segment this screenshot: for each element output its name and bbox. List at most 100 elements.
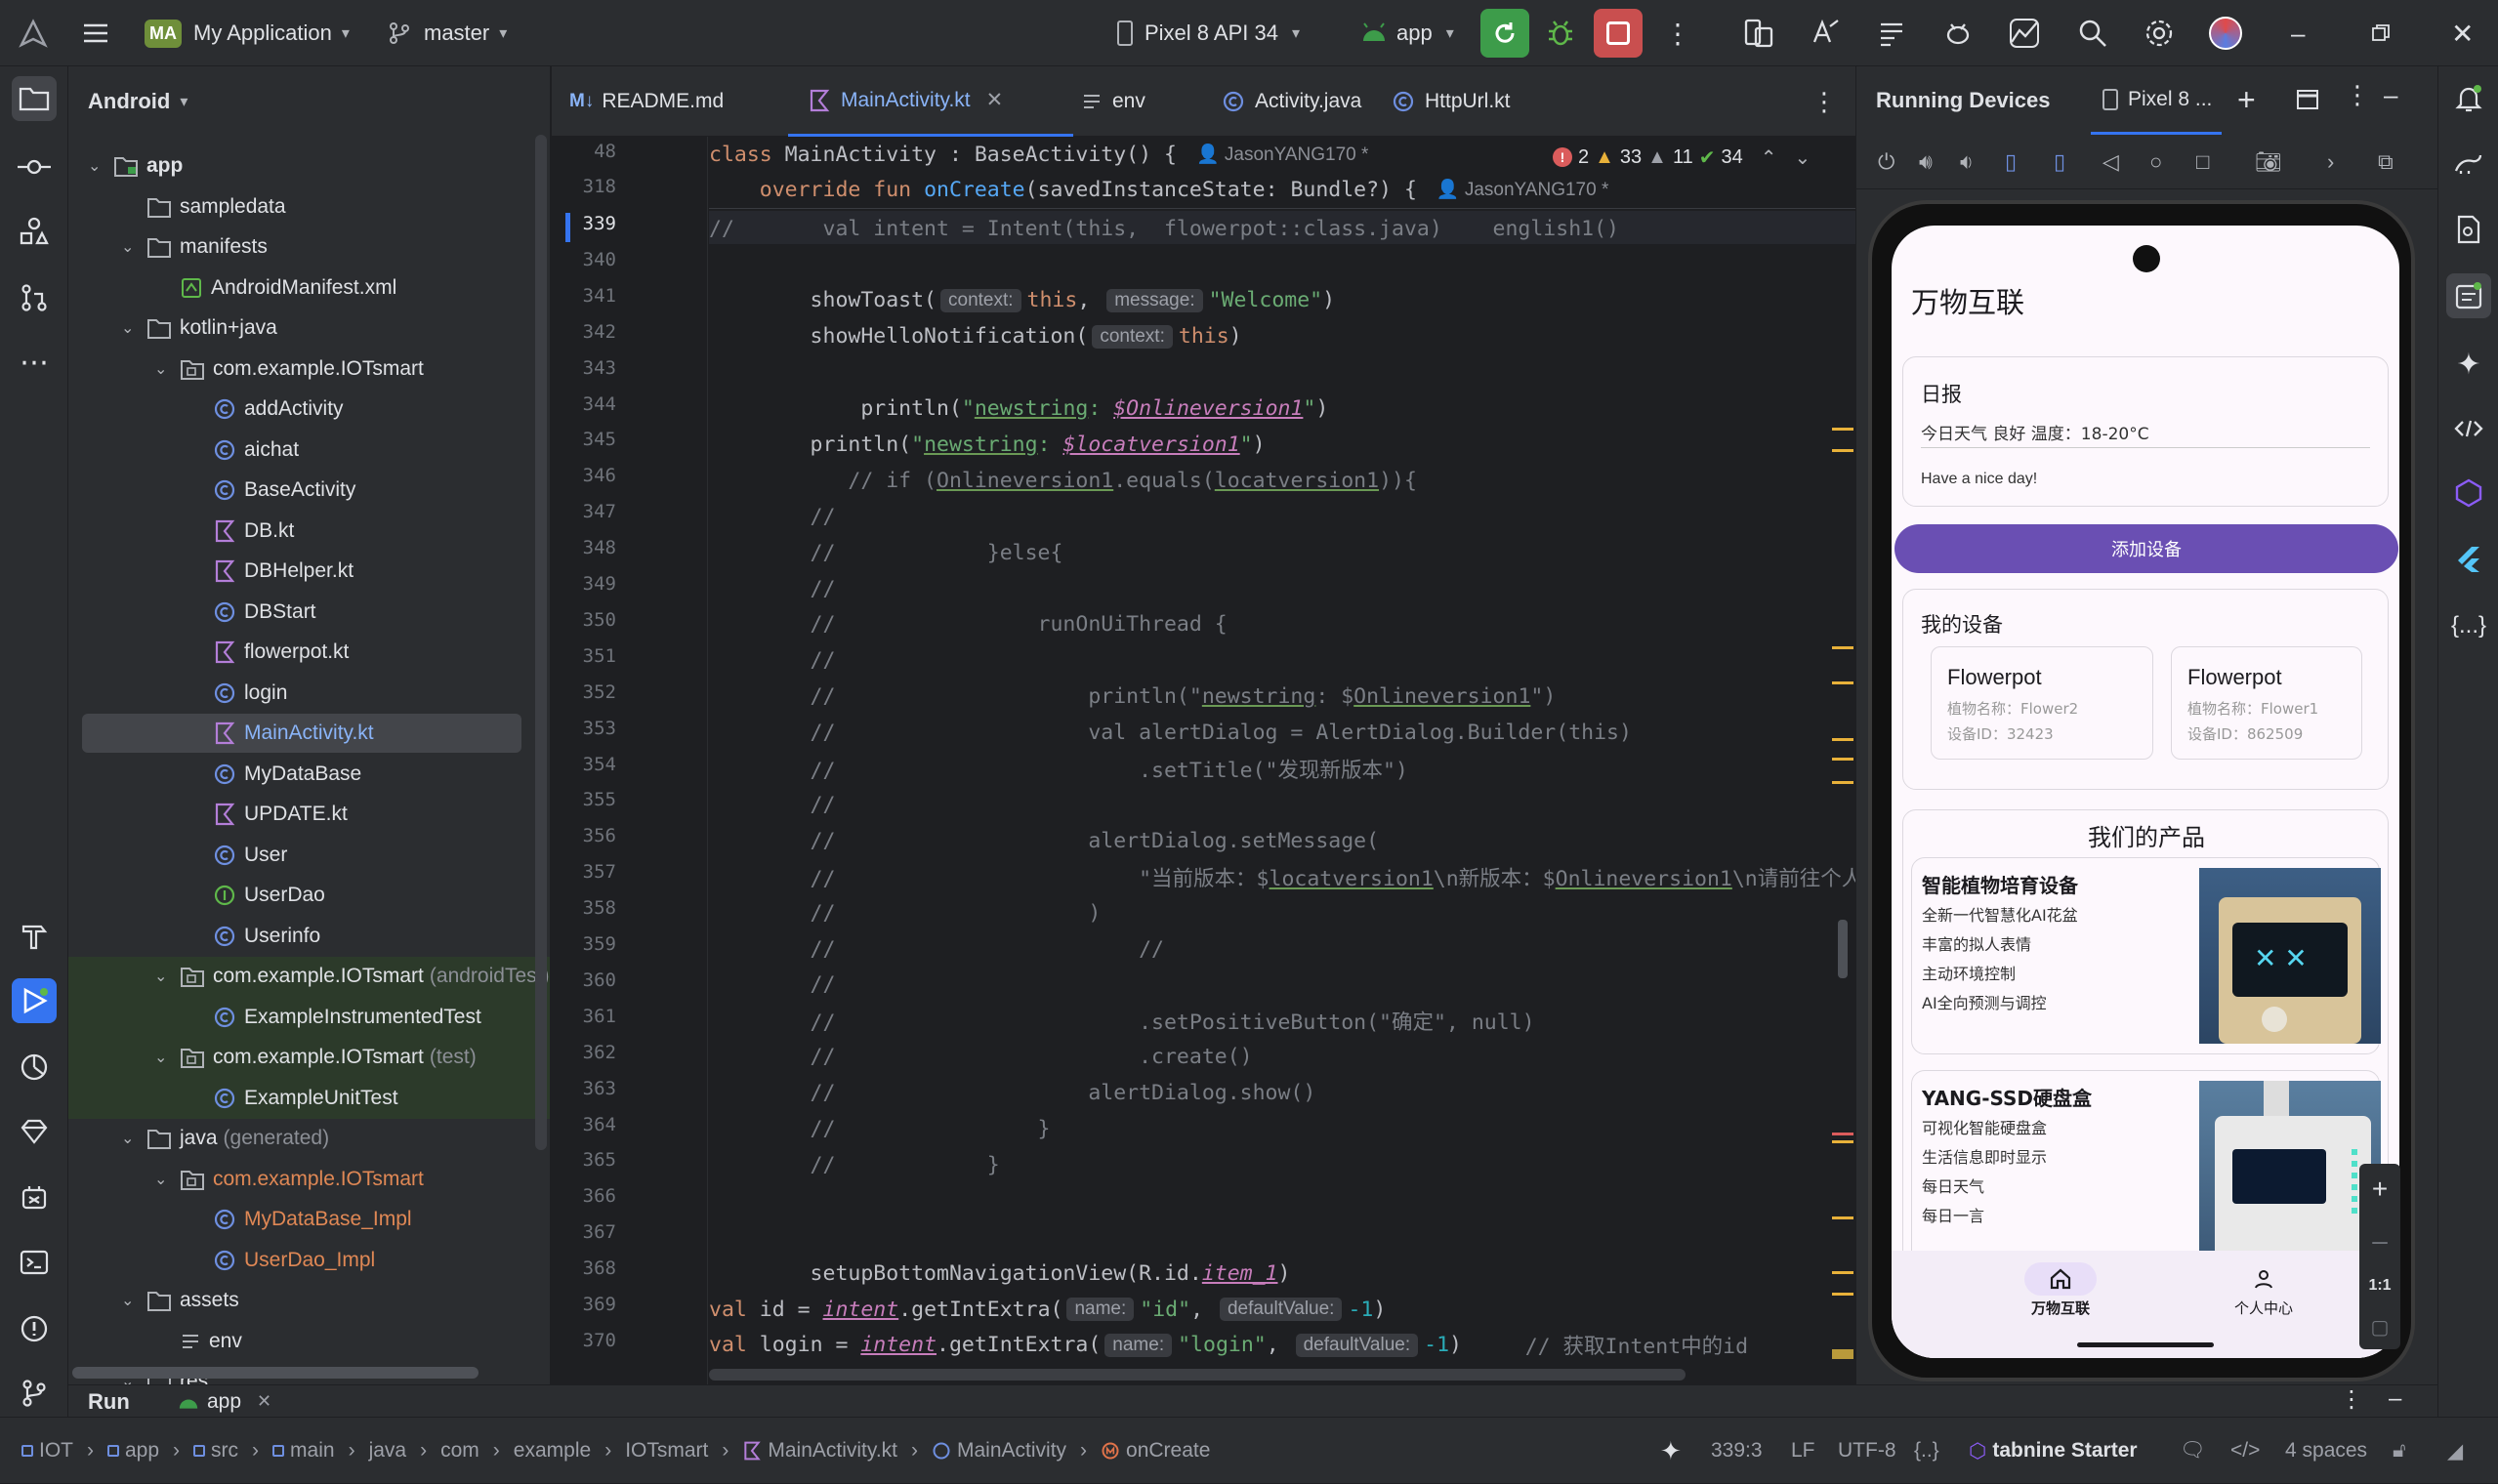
line-separator[interactable]: LF xyxy=(1791,1418,1815,1484)
file-encoding[interactable]: UTF-8 xyxy=(1838,1418,1896,1484)
json-braces-icon[interactable]: {...} xyxy=(2446,603,2491,648)
breadcrumb-item[interactable]: java xyxy=(369,1439,407,1463)
chevron-up-icon[interactable]: ⌃ xyxy=(1761,145,1777,170)
flutter-icon[interactable] xyxy=(2446,537,2491,582)
build-hammer-icon[interactable] xyxy=(12,914,57,959)
zoom-fit-icon[interactable]: ▢ xyxy=(2371,1315,2390,1340)
tree-item[interactable]: env xyxy=(154,1322,242,1361)
chevron-down-icon[interactable]: ⌄ xyxy=(1795,145,1811,170)
tree-item[interactable]: ⌄ app xyxy=(88,146,183,186)
avatar-icon[interactable] xyxy=(2209,0,2242,66)
tree-item[interactable]: ⌄ manifests xyxy=(121,227,268,267)
tree-item[interactable]: flowerpot.kt xyxy=(187,633,349,672)
product-card[interactable]: YANG-SSD硬盘盒 可视化智能硬盘盒 生活信息即时显示 每日天气 每日一言 xyxy=(1911,1070,2381,1267)
chevron-down-icon[interactable]: ⌄ xyxy=(121,237,141,257)
memory-indicator-icon[interactable]: ◢ xyxy=(2447,1418,2463,1484)
indent-setting[interactable]: 4 spaces xyxy=(2285,1418,2367,1484)
window-layout-icon[interactable] xyxy=(2296,88,2319,111)
tree-item[interactable]: BaseActivity xyxy=(187,471,355,510)
ai-sparkle-icon[interactable]: ✦ xyxy=(1660,1418,1682,1484)
chevron-down-icon[interactable]: ⌄ xyxy=(88,156,107,176)
tree-item[interactable]: ⌄ com.example.IOTsmart xyxy=(154,350,424,389)
breadcrumb-item[interactable]: IOTsmart xyxy=(625,1439,708,1463)
device-manager-icon[interactable] xyxy=(1742,0,1775,66)
translate-icon[interactable] xyxy=(1809,0,1842,66)
tab-actions-icon[interactable]: ⋮ xyxy=(1811,66,1837,137)
close-tab-icon[interactable]: ✕ xyxy=(257,1391,271,1412)
tree-vertical-scrollbar[interactable] xyxy=(535,135,547,1150)
more-actions-icon[interactable]: ⋮ xyxy=(1664,0,1691,66)
project-folder-icon[interactable] xyxy=(12,76,57,121)
panel-options-icon[interactable]: ⋮ xyxy=(2345,80,2370,110)
tree-item[interactable]: addActivity xyxy=(187,390,344,429)
add-device-button[interactable]: 添加设备 xyxy=(1894,524,2398,573)
device-file-explorer-icon[interactable] xyxy=(2446,207,2491,252)
tree-item[interactable]: Userinfo xyxy=(187,917,320,956)
zoom-out-icon[interactable]: – xyxy=(2372,1225,2388,1257)
mirror-icon[interactable]: ⧉ xyxy=(2378,149,2394,175)
caret-position[interactable]: 339:3 xyxy=(1711,1418,1763,1484)
tree-item[interactable]: UPDATE.kt xyxy=(187,795,348,834)
chevron-down-icon[interactable]: ⌄ xyxy=(121,318,141,338)
code-editor[interactable]: class MainActivity : BaseActivity() {👤 J… xyxy=(709,137,1855,1384)
tree-item[interactable]: sampledata xyxy=(121,187,286,227)
tabnine-status[interactable]: ⬡ tabnine Starter xyxy=(1969,1418,2138,1484)
terminal-icon[interactable] xyxy=(12,1240,57,1285)
resource-manager-icon[interactable] xyxy=(12,209,57,254)
restore-window-icon[interactable] xyxy=(2371,0,2391,66)
expand-toolbar-icon[interactable]: › xyxy=(2327,149,2374,175)
breadcrumb-item[interactable]: MainActivity xyxy=(932,1439,1066,1463)
rotate-right-icon[interactable]: ▯ xyxy=(2054,149,2099,175)
version-control-icon[interactable] xyxy=(12,1371,57,1416)
tree-item[interactable]: aichat xyxy=(187,431,299,470)
chevron-down-icon[interactable]: ⌄ xyxy=(154,1170,174,1189)
tree-horizontal-scrollbar[interactable] xyxy=(72,1367,479,1379)
pull-requests-icon[interactable] xyxy=(12,275,57,320)
device-screen[interactable]: 万物互联 日报 今日天气 良好 温度：18-20°C Have a nice d… xyxy=(1892,226,2399,1358)
chevron-down-icon[interactable]: ⌄ xyxy=(121,1129,141,1148)
tab-env[interactable]: env xyxy=(1081,66,1145,137)
tree-item[interactable]: ⌄ com.example.IOTsmart (test) xyxy=(154,1038,477,1077)
volume-down-icon[interactable]: 🔉︎ xyxy=(1960,149,2001,175)
run-config-selector[interactable]: app ▾ xyxy=(1359,0,1454,66)
chevron-down-icon[interactable]: ⌄ xyxy=(154,359,174,379)
tree-item[interactable]: ⌄ assets xyxy=(121,1281,239,1320)
zoom-actual-button[interactable]: 1:1 xyxy=(2368,1277,2391,1295)
apply-changes-button[interactable] xyxy=(1480,0,1529,66)
tab-httpurl[interactable]: HttpUrl.kt xyxy=(1392,66,1511,137)
tree-item[interactable]: UserDao_Impl xyxy=(187,1241,375,1280)
app-inspection-icon[interactable] xyxy=(12,1045,57,1090)
notifications-bell-icon[interactable] xyxy=(2446,76,2491,121)
close-tab-icon[interactable]: ✕ xyxy=(986,88,1004,112)
tree-item[interactable]: MyDataBase xyxy=(187,755,361,794)
main-menu-icon[interactable] xyxy=(80,0,111,66)
settings-gear-icon[interactable] xyxy=(2143,0,2176,66)
run-options-icon[interactable]: ⋮ xyxy=(2340,1385,2363,1418)
breadcrumb-item[interactable]: example xyxy=(514,1439,591,1463)
gemini-diamond-icon[interactable] xyxy=(12,1109,57,1154)
nav-profile[interactable]: 个人中心 xyxy=(2210,1262,2317,1318)
tree-item[interactable]: DB.kt xyxy=(187,512,294,551)
comment-icon[interactable]: 🗨︎ xyxy=(2180,1418,2206,1484)
gemini-sparkle-icon[interactable]: ✦ xyxy=(2446,342,2491,387)
code-review-icon[interactable] xyxy=(2446,406,2491,451)
tree-item[interactable]: ⌄ java (generated) xyxy=(121,1119,329,1158)
search-icon[interactable] xyxy=(2076,0,2109,66)
more-tool-windows-icon[interactable]: ⋯ xyxy=(12,340,57,385)
breadcrumb-item[interactable]: IOT xyxy=(21,1439,73,1463)
tree-item[interactable]: ⌄ com.example.IOTsmart xyxy=(154,1160,424,1199)
gradle-icon[interactable] xyxy=(2446,141,2491,186)
editor-horizontal-scrollbar[interactable] xyxy=(709,1369,1686,1381)
tree-item[interactable]: ⌄ kotlin+java xyxy=(121,309,277,348)
breadcrumb-item[interactable]: onCreate xyxy=(1101,1439,1210,1463)
tab-activity-java[interactable]: Activity.java xyxy=(1222,66,1361,137)
tree-item[interactable]: ⌄ com.example.IOTsmart (androidTest) xyxy=(154,957,549,996)
tree-item[interactable]: MainActivity.kt xyxy=(187,714,374,753)
tree-item[interactable]: UserDao xyxy=(187,876,325,915)
tree-item[interactable]: ExampleInstrumentedTest xyxy=(187,998,481,1037)
close-window-icon[interactable]: ✕ xyxy=(2451,0,2474,66)
tree-item[interactable]: login xyxy=(187,674,287,713)
product-card[interactable]: 智能植物培育设备 全新一代智慧化AI花盆 丰富的拟人表情 主动环境控制 AI全向… xyxy=(1911,857,2381,1054)
overview-icon[interactable]: □ xyxy=(2196,149,2251,175)
chevron-down-icon[interactable]: ⌄ xyxy=(154,967,174,986)
